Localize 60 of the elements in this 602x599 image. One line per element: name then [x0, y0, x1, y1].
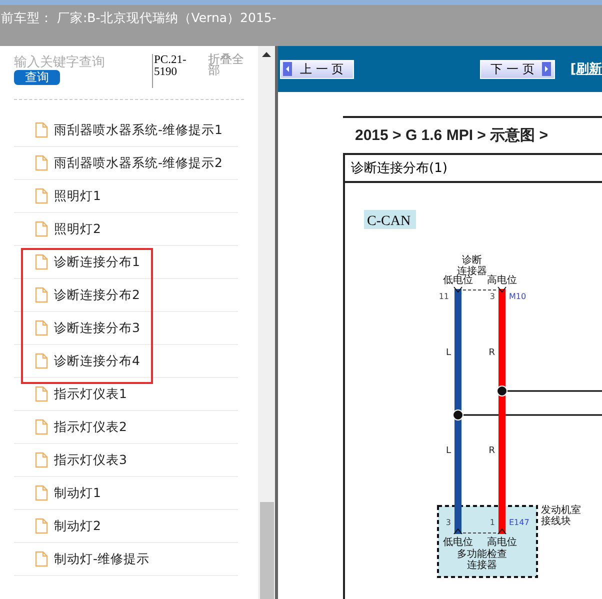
tree-item[interactable]: 照明灯2 — [14, 213, 238, 246]
scroll-up-icon[interactable] — [262, 52, 271, 57]
connector-name: 连接器 — [457, 266, 487, 277]
pin-number: 1 — [490, 518, 495, 527]
pin-number: 11 — [438, 292, 449, 301]
pin-number: 3 — [490, 292, 495, 301]
tree-item[interactable]: 指示灯仪表1 — [14, 378, 238, 411]
document-icon — [35, 386, 48, 402]
wire-label: L — [446, 446, 451, 456]
document-icon — [35, 287, 48, 303]
breadcrumb: 2015 > G 1.6 MPI > 示意图 > — [354, 126, 550, 146]
previous-page-button[interactable]: 上 一 页 — [280, 60, 354, 78]
wire-label: R — [488, 446, 495, 456]
refresh-link[interactable]: [刷新 — [570, 60, 602, 78]
document-icon — [35, 452, 48, 468]
document-icon — [35, 254, 48, 270]
document-icon — [35, 155, 48, 171]
scrollbar-thumb[interactable] — [260, 502, 274, 599]
search-field[interactable]: 输入关键字查询 — [14, 54, 144, 70]
pin-label: 高电位 — [487, 537, 517, 548]
wire-label: R — [488, 348, 495, 358]
document-icon — [35, 551, 48, 567]
tree-item[interactable]: 雨刮器喷水器系统-维修提示1 — [14, 114, 238, 147]
location-label: 发动机室 — [541, 505, 581, 516]
wire-label: L — [446, 348, 451, 358]
tree-item[interactable]: 诊断连接分布1 — [14, 246, 238, 279]
pin-label: 低电位 — [443, 275, 473, 286]
connector-name: 多功能检查 — [457, 549, 507, 560]
pin-label: 高电位 — [487, 275, 517, 286]
document-icon — [35, 122, 48, 138]
document-icon — [35, 485, 48, 501]
tree-item[interactable]: 照明灯1 — [14, 180, 238, 213]
tree-item[interactable]: 诊断连接分布2 — [14, 279, 238, 312]
search-button[interactable]: 查询 — [14, 70, 60, 85]
tree-item[interactable]: 指示灯仪表3 — [14, 444, 238, 477]
connector-name: 诊断 — [462, 255, 482, 266]
tree-item[interactable]: 制动灯-维修提示 — [14, 543, 238, 576]
bus-tag: C-CAN — [364, 210, 416, 229]
tree-item[interactable]: 制动灯1 — [14, 477, 238, 510]
vehicle-title: 前车型： 厂家:B-北京现代瑞纳（Verna）2015- — [1, 10, 276, 27]
location-label: 接线块 — [541, 516, 571, 527]
document-icon — [35, 518, 48, 534]
tree-item[interactable]: 制动灯2 — [14, 510, 238, 543]
connector-code: M10 — [509, 292, 526, 301]
tree-item[interactable]: 雨刮器喷水器系统-维修提示2 — [14, 147, 238, 180]
tree-item[interactable]: 诊断连接分布3 — [14, 312, 238, 345]
document-icon — [35, 419, 48, 435]
document-icon — [35, 221, 48, 237]
diagram-title: 诊断连接分布(1) — [345, 155, 602, 183]
document-icon — [35, 188, 48, 204]
code-label: PC.21-5190 — [152, 54, 194, 88]
connector-name: 连接器 — [467, 560, 497, 571]
next-page-button[interactable]: 下 一 页 — [480, 60, 556, 78]
pin-label: 低电位 — [443, 537, 473, 548]
document-icon — [35, 320, 48, 336]
tree-item[interactable]: 诊断连接分布4 — [14, 345, 238, 378]
document-icon — [35, 353, 48, 369]
connector-code: E147 — [509, 518, 530, 527]
pin-number: 3 — [446, 518, 451, 527]
tree-item[interactable]: 指示灯仪表2 — [14, 411, 238, 444]
